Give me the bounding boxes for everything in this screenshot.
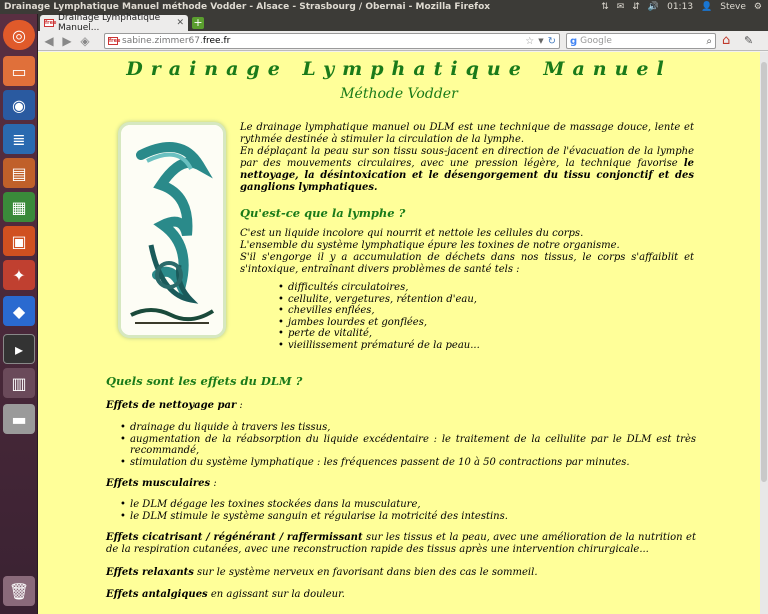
nav-bar: ◀ ▶ ◈ free sabine.zimmer67.free.fr ☆ ▼ ↻… (38, 31, 768, 51)
antalgiques-label: Effets antalgiques (106, 589, 208, 600)
url-dropdown-icon[interactable]: ▼ (538, 37, 543, 45)
forward-icon[interactable]: ▶ (58, 32, 76, 50)
indicators: ⇅ ✉ ⇵ 🔊 01:13 👤 Steve ⚙ (601, 2, 768, 12)
relaxants-paragraph: Effets relaxants sur le système nerveux … (106, 567, 696, 579)
list-item: chevilles enflées, (278, 305, 698, 317)
nettoyage-heading: Effets de nettoyage par : (106, 400, 696, 412)
search-placeholder: Google (580, 36, 612, 46)
musculaires-label: Effets musculaires (106, 478, 211, 489)
home-icon[interactable]: ⌂ (722, 33, 730, 48)
list-item: le DLM dégage les toxines stockées dans … (120, 499, 696, 511)
calc-icon[interactable]: ▦ (3, 192, 35, 222)
writer-icon[interactable]: ≣ (3, 124, 35, 154)
musculaires-suffix: : (210, 478, 217, 489)
user-icon[interactable]: 👤 (701, 2, 712, 12)
list-item: le DLM stimule le système sanguin et rég… (120, 511, 696, 523)
page-scrollbar[interactable] (760, 52, 768, 614)
scrollbar-thumb[interactable] (761, 62, 767, 482)
menu-icon[interactable]: ✎ (744, 34, 753, 47)
network-icon[interactable]: ⇅ (601, 2, 609, 12)
top-panel: Drainage Lymphatique Manuel méthode Vodd… (0, 0, 768, 14)
nettoyage-suffix: : (236, 400, 243, 411)
page-title: Drainage Lymphatique Manuel (126, 58, 672, 80)
lymph-heading: Qu'est-ce que la lymphe ? (240, 206, 406, 220)
trash-icon[interactable]: 🗑 (3, 576, 35, 606)
mail-icon[interactable]: ✉ (617, 2, 625, 12)
files-icon[interactable]: ▭ (3, 56, 35, 86)
lymph-line-3: S'il s'engorge il y a accumulation de dé… (240, 252, 694, 275)
page-subtitle: Méthode Vodder (340, 86, 458, 102)
user-name[interactable]: Steve (720, 2, 746, 12)
back-icon[interactable]: ◀ (40, 32, 58, 50)
drive-icon[interactable]: ▬ (3, 404, 35, 434)
antalgiques-paragraph: Effets antalgiques en agissant sur la do… (106, 589, 696, 601)
search-engine-icon[interactable]: g (570, 36, 577, 47)
list-item: cellulite, vergetures, rétention d'eau, (278, 294, 698, 306)
url-bar[interactable]: free sabine.zimmer67.free.fr ☆ ▼ ↻ (104, 33, 560, 49)
new-tab-button[interactable]: + (192, 17, 204, 29)
dropbox-icon[interactable]: ◆ (3, 296, 35, 326)
nettoyage-list: drainage du liquide à travers les tissus… (120, 422, 696, 468)
url-host: free.fr (202, 36, 231, 46)
bookmark-star-icon[interactable]: ☆ (525, 36, 534, 47)
clock[interactable]: 01:13 (667, 2, 693, 12)
relaxants-text: sur le système nerveux en favorisant dan… (193, 567, 538, 578)
lymph-line-1: C'est un liquide incolore qui nourrit et… (240, 228, 584, 239)
list-item: vieillissement prématuré de la peau... (278, 340, 698, 352)
musculaires-heading: Effets musculaires : (106, 478, 696, 490)
intro-text: Le drainage lymphatique manuel ou DLM es… (240, 122, 694, 194)
problems-list: difficultés circulatoires, cellulite, ve… (278, 282, 698, 352)
favicon-icon: free (44, 19, 57, 27)
lymph-text: C'est un liquide incolore qui nourrit et… (240, 228, 694, 276)
transfer-icon[interactable]: ⇵ (632, 2, 640, 12)
tab-bar: free Drainage Lymphatique Manuel... ✕ + (38, 13, 768, 33)
nettoyage-label: Effets de nettoyage par (106, 400, 237, 411)
antalgiques-text: en agissant sur la douleur. (207, 589, 345, 600)
musculaires-list: le DLM dégage les toxines stockées dans … (120, 499, 696, 522)
list-item: perte de vitalité, (278, 328, 698, 340)
window-title: Drainage Lymphatique Manuel méthode Vodd… (4, 2, 491, 12)
launcher: ◎ ▭ ◉ ≣ ▤ ▦ ▣ ✦ ◆ ▸ ▥ ▬ 🗑 (0, 14, 38, 614)
cicatrisant-label: Effets cicatrisant / régénérant / raffer… (106, 532, 363, 543)
effects-heading: Quels sont les effets du DLM ? (106, 374, 303, 388)
browser-window: free Drainage Lymphatique Manuel... ✕ + … (38, 13, 768, 614)
relaxants-label: Effets relaxants (106, 567, 194, 578)
intro-paragraph-2: En déplaçant la peau sur son tissu sous-… (240, 146, 694, 169)
calligraphy-image (118, 122, 226, 338)
list-item: drainage du liquide à travers les tissus… (120, 422, 696, 434)
intro-paragraph-1: Le drainage lymphatique manuel ou DLM es… (240, 122, 694, 145)
lymph-line-2: L'ensemble du système lymphatique épure … (240, 240, 620, 251)
url-favicon-icon: free (108, 37, 121, 45)
firefox-icon[interactable]: ◉ (3, 90, 35, 120)
volume-icon[interactable]: 🔊 (648, 2, 659, 12)
identity-icon[interactable]: ◈ (76, 32, 94, 50)
url-prefix: sabine.zimmer67. (122, 36, 203, 46)
tab-label: Drainage Lymphatique Manuel... (58, 13, 161, 33)
tab-active[interactable]: free Drainage Lymphatique Manuel... ✕ (40, 13, 188, 33)
power-icon[interactable]: ⚙ (754, 2, 762, 12)
cicatrisant-paragraph: Effets cicatrisant / régénérant / raffer… (106, 532, 696, 556)
workspace-switcher-icon[interactable]: ▥ (3, 368, 35, 398)
list-item: difficultés circulatoires, (278, 282, 698, 294)
search-bar[interactable]: g Google ⌕ (566, 33, 716, 49)
impress-icon[interactable]: ▤ (3, 158, 35, 188)
terminal-icon[interactable]: ▸ (3, 334, 35, 364)
page-content: Drainage Lymphatique Manuel Méthode Vodd… (38, 52, 760, 614)
tab-close-icon[interactable]: ✕ (176, 18, 184, 28)
settings-icon[interactable]: ✦ (3, 260, 35, 290)
software-center-icon[interactable]: ▣ (3, 226, 35, 256)
list-item: jambes lourdes et gonflées, (278, 317, 698, 329)
list-item: stimulation du système lymphatique : les… (120, 457, 696, 469)
list-item: augmentation de la réabsorption du liqui… (120, 434, 696, 457)
search-icon[interactable]: ⌕ (706, 36, 715, 47)
reload-icon[interactable]: ↻ (548, 36, 559, 47)
dash-icon[interactable]: ◎ (3, 20, 35, 50)
